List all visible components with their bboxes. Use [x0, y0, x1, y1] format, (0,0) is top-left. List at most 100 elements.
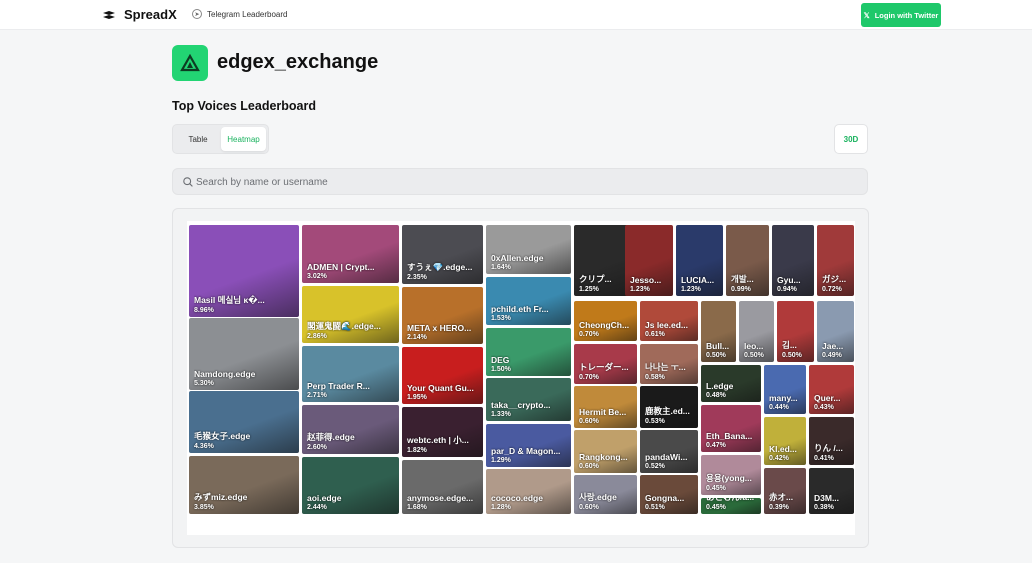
heatmap-tile[interactable]: Your Quant Gu... 1.95% — [402, 347, 483, 404]
tile-percentage: 0.50% — [782, 352, 802, 359]
tile-name: anymose.edge... — [407, 493, 474, 503]
top-navbar: SpreadX ➤ Telegram Leaderboard 𝕏 Login w… — [0, 0, 1032, 30]
tile-percentage: 0.99% — [731, 286, 751, 293]
heatmap-tile[interactable]: many... 0.44% — [764, 365, 806, 414]
tile-percentage: 0.70% — [579, 331, 599, 338]
tile-percentage: 0.94% — [777, 286, 797, 293]
tile-percentage: 0.52% — [645, 463, 665, 470]
heatmap-tile[interactable]: Eth_Bana... 0.47% — [701, 405, 761, 452]
tile-percentage: 0.61% — [645, 331, 665, 338]
heatmap-tile[interactable]: 나나는 ㅜ... 0.58% — [640, 344, 698, 384]
heatmap-tile[interactable]: Gyu... 0.94% — [772, 225, 814, 296]
tile-percentage: 1.53% — [491, 315, 511, 322]
heatmap-tile[interactable]: CheongCh... 0.70% — [574, 301, 637, 341]
tile-name: webtc.eth | 小... — [407, 435, 469, 445]
tile-name: many... — [769, 393, 798, 403]
search-input[interactable] — [196, 172, 856, 192]
heatmap-tile[interactable]: 赤オ... 0.39% — [764, 468, 806, 514]
heatmap-tile[interactable]: 용용(yong... 0.45% — [701, 455, 761, 495]
heatmap-tile[interactable]: META x HERO... 2.14% — [402, 287, 483, 344]
heatmap-tile[interactable]: Kl.ed... 0.42% — [764, 417, 806, 465]
tile-name: トレーダー... — [579, 362, 629, 372]
spreadx-logo-icon — [103, 11, 115, 19]
heatmap-tile[interactable]: 개발... 0.99% — [726, 225, 769, 296]
heatmap-tile[interactable]: leo... 0.50% — [739, 301, 774, 362]
heatmap-tile[interactable]: 赵菲得.edge 2.60% — [302, 405, 399, 454]
tile-percentage: 2.44% — [307, 504, 327, 511]
leaderboard-title: Top Voices Leaderboard — [172, 99, 317, 113]
heatmap-tile[interactable]: LUCIA... 1.23% — [676, 225, 723, 296]
heatmap-tile[interactable]: 毛猴女子.edge 4.36% — [189, 391, 299, 453]
heatmap-tile[interactable]: L.edge 0.48% — [701, 365, 761, 402]
tile-percentage: 2.60% — [307, 444, 327, 451]
tile-percentage: 0.60% — [579, 418, 599, 425]
tile-percentage: 0.45% — [706, 504, 726, 511]
heatmap-tile[interactable]: Quer... 0.43% — [809, 365, 854, 414]
heatmap-tile[interactable]: ガジ... 0.72% — [817, 225, 854, 296]
heatmap-tile[interactable]: りん /... 0.41% — [809, 417, 854, 465]
heatmap-tile[interactable]: D3M... 0.38% — [809, 468, 854, 514]
heatmap-tile[interactable]: Masil 메실님 κ�... 8.96% — [189, 225, 299, 317]
heatmap-tile[interactable]: 鹿教主.ed... 0.53% — [640, 386, 698, 428]
tile-percentage: 0.50% — [706, 352, 726, 359]
tile-name: Your Quant Gu... — [407, 383, 474, 393]
heatmap-tile[interactable]: すうぇ💎.edge... 2.35% — [402, 225, 483, 284]
heatmap-tile[interactable]: 김... 0.50% — [777, 301, 814, 362]
brand-name[interactable]: SpreadX — [124, 7, 177, 22]
heatmap-tile[interactable]: Jesso... 1.23% — [625, 225, 673, 296]
heatmap-tile[interactable]: par_D & Magon... 1.29% — [486, 424, 571, 467]
heatmap-tile[interactable]: あとむん/a...0.45% — [701, 498, 761, 514]
heatmap-tile[interactable]: aoi.edge 2.44% — [302, 457, 399, 514]
heatmap-tile[interactable]: Gongna... 0.51% — [640, 475, 698, 514]
tile-name: DEG — [491, 355, 510, 365]
period-selector[interactable]: 30D — [834, 124, 868, 154]
heatmap-tile[interactable]: ADMEN | Crypt... 3.02% — [302, 225, 399, 283]
heatmap-tile[interactable]: pchild.eth Fr... 1.53% — [486, 277, 571, 325]
heatmap-tile[interactable]: 閣運鬼闘🌊.edge... 2.86% — [302, 286, 399, 343]
heatmap-tile[interactable]: Rangkong... 0.60% — [574, 430, 637, 473]
heatmap-tile[interactable]: DEG 1.50% — [486, 328, 571, 376]
heatmap-tile[interactable]: Perp Trader R... 2.71% — [302, 346, 399, 402]
tile-percentage: 0.45% — [706, 485, 726, 492]
tile-percentage: 1.28% — [491, 504, 511, 511]
heatmap-tile[interactable]: Bull... 0.50% — [701, 301, 736, 362]
tile-name: 毛猴女子.edge — [194, 431, 251, 441]
heatmap-tile[interactable]: pandaWi... 0.52% — [640, 430, 698, 473]
heatmap-tile[interactable]: webtc.eth | 小... 1.82% — [402, 407, 483, 457]
tab-heatmap[interactable]: Heatmap — [221, 127, 266, 151]
tile-percentage: 1.25% — [579, 286, 599, 293]
tile-name: 閣運鬼闘🌊.edge... — [307, 321, 381, 331]
tile-percentage: 0.39% — [769, 504, 789, 511]
exchange-name: edgex_exchange — [217, 51, 379, 73]
heatmap-grid: Masil 메실님 κ�... 8.96% Namdong.edge 5.30% 毛猴女… — [187, 221, 855, 535]
telegram-leaderboard-link[interactable]: ➤ Telegram Leaderboard — [192, 9, 288, 19]
tile-percentage: 3.02% — [307, 273, 327, 280]
tab-table[interactable]: Table — [177, 127, 219, 151]
heatmap-tile[interactable]: みずmiz.edge 3.85% — [189, 456, 299, 514]
tile-percentage: 0.53% — [645, 418, 665, 425]
tile-name: D3M... — [814, 493, 840, 503]
tile-percentage: 1.50% — [491, 366, 511, 373]
tile-percentage: 1.95% — [407, 394, 427, 401]
heatmap-tile[interactable]: 사랑.edge 0.60% — [574, 475, 637, 514]
heatmap-tile[interactable]: anymose.edge... 1.68% — [402, 460, 483, 514]
heatmap-tile[interactable]: Js lee.ed... 0.61% — [640, 301, 698, 341]
tile-name: LUCIA... — [681, 275, 715, 285]
exchange-logo — [172, 45, 208, 81]
heatmap-tile[interactable]: Hermit Be... 0.60% — [574, 386, 637, 428]
tile-percentage: 0.43% — [814, 404, 834, 411]
tile-name: 鹿教主.ed... — [645, 406, 690, 416]
tile-name: 나나는 ㅜ... — [645, 362, 686, 372]
tile-name: L.edge — [706, 381, 734, 391]
heatmap-tile[interactable]: Jae... 0.49% — [817, 301, 854, 362]
tile-percentage: 0.51% — [645, 504, 665, 511]
heatmap-tile[interactable]: 0xAllen.edge 1.64% — [486, 225, 571, 274]
tile-name: META x HERO... — [407, 323, 472, 333]
heatmap-tile[interactable]: Namdong.edge 5.30% — [189, 318, 299, 390]
x-icon: 𝕏 — [863, 10, 870, 20]
heatmap-tile[interactable]: トレーダー... 0.70% — [574, 344, 637, 384]
login-with-twitter-button[interactable]: 𝕏 Login with Twitter — [861, 3, 941, 27]
tile-name: cococo.edge — [491, 493, 543, 503]
heatmap-tile[interactable]: taka__crypto... 1.33% — [486, 378, 571, 421]
heatmap-tile[interactable]: cococo.edge 1.28% — [486, 469, 571, 514]
